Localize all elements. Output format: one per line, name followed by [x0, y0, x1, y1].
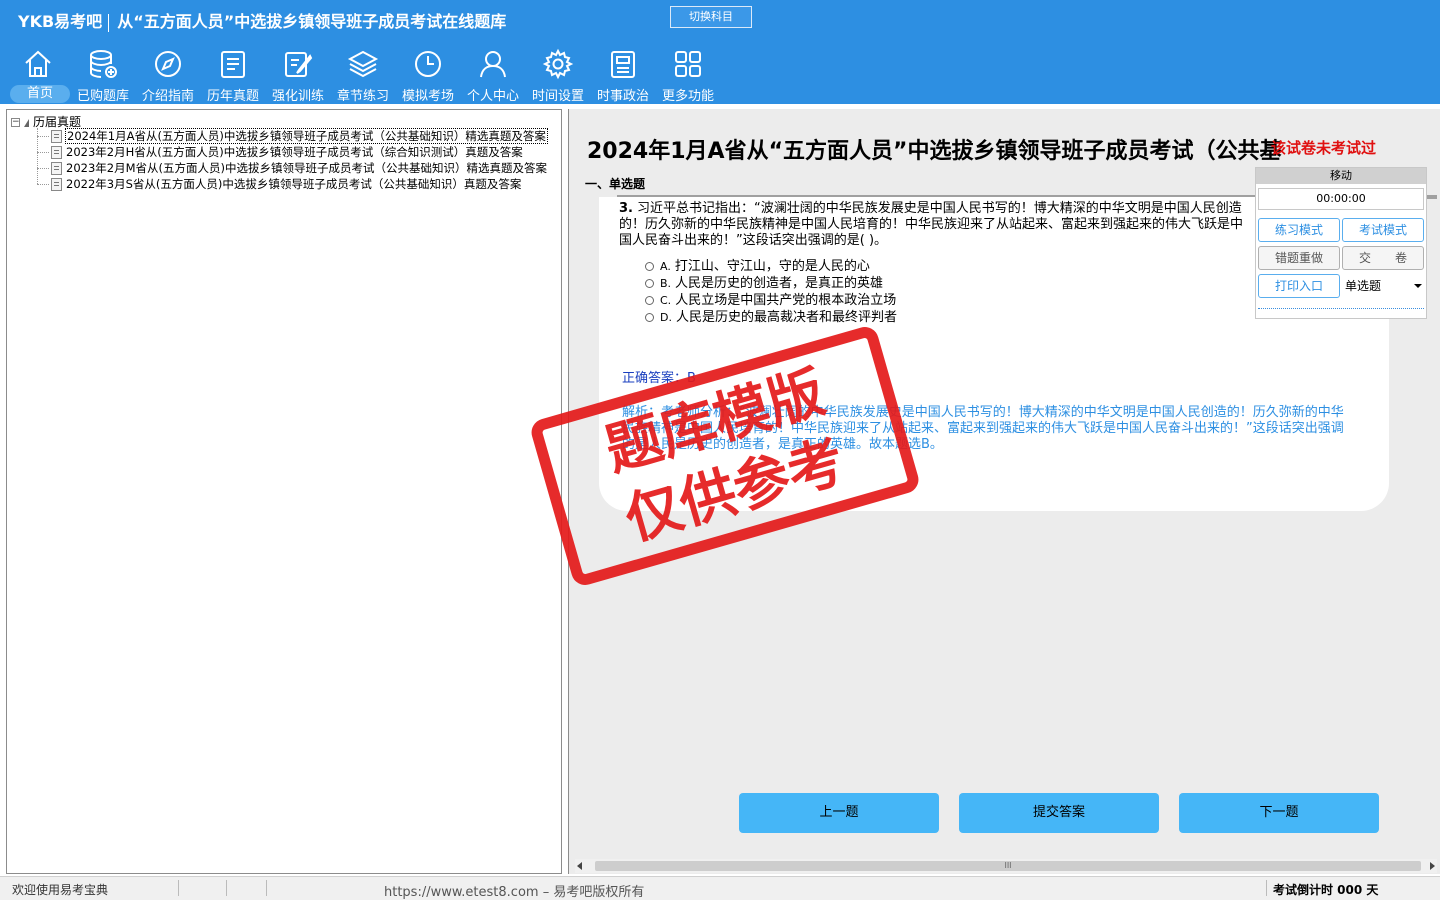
- gear-icon: [542, 48, 574, 80]
- practice-mode-button[interactable]: 练习模式: [1258, 218, 1340, 242]
- radio-button[interactable]: [645, 313, 654, 322]
- correct-answer: 正确答案：B: [622, 371, 696, 386]
- layers-icon: [347, 50, 379, 78]
- app-title: YKB易考吧 从“五方面人员”中选拔乡镇领导班子成员考试在线题库: [18, 8, 506, 32]
- folder-arrow-icon: [24, 118, 29, 127]
- home-icon: [25, 50, 51, 77]
- scroll-left-icon[interactable]: [577, 862, 582, 870]
- scrollbar-thumb[interactable]: III: [595, 861, 1421, 871]
- question-pane: 2024年1月A省从“五方面人员”中选拔乡镇领导班子成员考试（公共基 该试卷未考…: [568, 109, 1440, 874]
- status-bar: 欢迎使用易考宝典 https://www.etest8.com – 易考吧版权所…: [0, 876, 1440, 900]
- prev-question-button[interactable]: 上一题: [739, 793, 939, 833]
- document-icon: [51, 177, 62, 191]
- question-type-select[interactable]: 单选题: [1342, 274, 1426, 298]
- exam-timer: 00:00:00: [1258, 188, 1424, 210]
- radio-button[interactable]: [645, 262, 654, 271]
- exam-tree-panel: − 历届真题 2024年1月A省从(五方面人员)中选拔乡镇领导班子成员考试（公共基…: [6, 109, 562, 874]
- document-icon: [51, 145, 62, 159]
- section-heading: 一、单选题: [585, 177, 646, 191]
- nav-label: 个人中心: [466, 89, 519, 104]
- radio-button[interactable]: [645, 279, 654, 288]
- grid-icon: [675, 51, 701, 77]
- tree-item[interactable]: 2023年2月M省从(五方面人员)中选拔乡镇领导班子成员考试（公共基础知识）精选…: [37, 160, 548, 176]
- tree-item[interactable]: 2024年1月A省从(五方面人员)中选拔乡镇领导班子成员考试（公共基础知识）精选…: [37, 128, 548, 144]
- tree-item-label: 2023年2月H省从(五方面人员)中选拔乡镇领导班子成员考试（综合知识测试）真题…: [66, 145, 523, 159]
- nav-label: 已购题库: [76, 89, 129, 104]
- option-letter: D.: [660, 311, 672, 324]
- question-stem: 3. 习近平总书记指出：“波澜壮阔的中华民族发展史是中国人民书写的！博大精深的中华…: [619, 201, 1249, 249]
- nav-label: 强化训练: [271, 89, 324, 104]
- exam-status-warning: 该试卷未考试过: [1271, 139, 1377, 157]
- exam-title: 2024年1月A省从“五方面人员”中选拔乡镇领导班子成员考试（公共基: [587, 139, 1282, 164]
- nav-label: 更多功能: [661, 89, 714, 104]
- widget-scrollbar[interactable]: [1258, 308, 1424, 314]
- question-number: 3.: [619, 201, 633, 216]
- collapse-icon[interactable]: −: [11, 118, 20, 127]
- edit-icon: [285, 52, 313, 77]
- brand-logo: YKB易考吧: [18, 12, 103, 31]
- app-title-text: 从“五方面人员”中选拔乡镇领导班子成员考试在线题库: [117, 12, 507, 31]
- answer-analysis: 解析：考老师分析：“波澜壮阔的中华民族发展史是中国人民书写的！博大精深的中华文明…: [622, 405, 1344, 452]
- move-handle[interactable]: 移动: [1256, 168, 1426, 184]
- exam-mode-button[interactable]: 考试模式: [1342, 218, 1424, 242]
- nav-time-settings[interactable]: 时间设置: [528, 44, 588, 104]
- tree-root[interactable]: − 历届真题: [11, 113, 81, 129]
- nav-label: 历年真题: [206, 89, 259, 104]
- radio-button[interactable]: [645, 296, 654, 305]
- chevron-down-icon: [1414, 284, 1422, 288]
- nav-intensive-training[interactable]: 强化训练: [268, 44, 328, 104]
- newspaper-icon: [611, 51, 635, 78]
- nav-label: 模拟考场: [401, 89, 454, 104]
- nav-guide[interactable]: 介绍指南: [138, 44, 198, 104]
- nav-label: 介绍指南: [141, 89, 194, 104]
- option-text: 人民是历史的最高裁决者和最终评判者: [675, 310, 897, 325]
- switch-subject-button[interactable]: 切换科目: [670, 6, 752, 28]
- next-question-button[interactable]: 下一题: [1179, 793, 1379, 833]
- question-text: 习近平总书记指出：“波澜壮阔的中华民族发展史是中国人民书写的！博大精深的中华文明…: [619, 201, 1244, 248]
- submit-answer-button[interactable]: 提交答案: [959, 793, 1159, 833]
- database-icon: [90, 50, 117, 78]
- question-type-value: 单选题: [1345, 279, 1382, 293]
- clock-icon: [415, 51, 441, 77]
- nav-purchased-bank[interactable]: 已购题库: [73, 44, 133, 104]
- nav-home[interactable]: 首页: [8, 44, 70, 104]
- status-welcome: 欢迎使用易考宝典: [12, 883, 109, 897]
- header-bar: YKB易考吧 从“五方面人员”中选拔乡镇领导班子成员考试在线题库 切换科目 首页 …: [0, 0, 1440, 104]
- option-d[interactable]: D. 人民是历史的最高裁决者和最终评判者: [645, 306, 897, 325]
- submit-paper-button[interactable]: 交 卷: [1342, 246, 1424, 270]
- nav-chapter-practice[interactable]: 章节练习: [333, 44, 393, 104]
- tree-root-label: 历届真题: [33, 115, 82, 129]
- tree-item-label: 2022年3月S省从(五方面人员)中选拔乡镇领导班子成员考试（公共基础知识）真题…: [66, 177, 522, 191]
- redo-wrong-button[interactable]: 错题重做: [1258, 246, 1340, 270]
- tree-item[interactable]: 2022年3月S省从(五方面人员)中选拔乡镇领导班子成员考试（公共基础知识）真题…: [37, 176, 522, 192]
- document-icon: [51, 129, 62, 143]
- nav-past-exams[interactable]: 历年真题: [203, 44, 263, 104]
- horizontal-scrollbar[interactable]: III: [575, 859, 1437, 873]
- exam-control-widget: 移动 00:00:00 练习模式 考试模式 错题重做 交 卷 打印入口 单选题: [1255, 167, 1427, 319]
- document-icon: [51, 161, 62, 175]
- nav-personal-center[interactable]: 个人中心: [463, 44, 523, 104]
- nav-more[interactable]: 更多功能: [658, 44, 718, 104]
- nav-current-affairs[interactable]: 时事政治: [593, 44, 653, 104]
- tree-item[interactable]: 2023年2月H省从(五方面人员)中选拔乡镇领导班子成员考试（综合知识测试）真题…: [37, 144, 524, 160]
- scroll-right-icon[interactable]: [1430, 862, 1435, 870]
- nav-label: 时间设置: [531, 89, 584, 104]
- print-button[interactable]: 打印入口: [1258, 274, 1340, 298]
- nav-label: 时事政治: [596, 89, 649, 104]
- nav-mock-exam[interactable]: 模拟考场: [398, 44, 458, 104]
- document-list-icon: [221, 51, 245, 78]
- nav-label: 首页: [10, 85, 70, 103]
- compass-icon: [155, 51, 181, 77]
- user-icon: [480, 51, 506, 78]
- tree-item-label: 2024年1月A省从(五方面人员)中选拔乡镇领导班子成员考试（公共基础知识）精选…: [65, 128, 548, 144]
- status-copyright: https://www.etest8.com – 易考吧版权所有: [384, 885, 645, 900]
- tree-item-label: 2023年2月M省从(五方面人员)中选拔乡镇领导班子成员考试（公共基础知识）精选…: [66, 161, 547, 175]
- exam-countdown: 考试倒计时 000 天: [1273, 883, 1379, 897]
- nav-label: 章节练习: [336, 89, 389, 104]
